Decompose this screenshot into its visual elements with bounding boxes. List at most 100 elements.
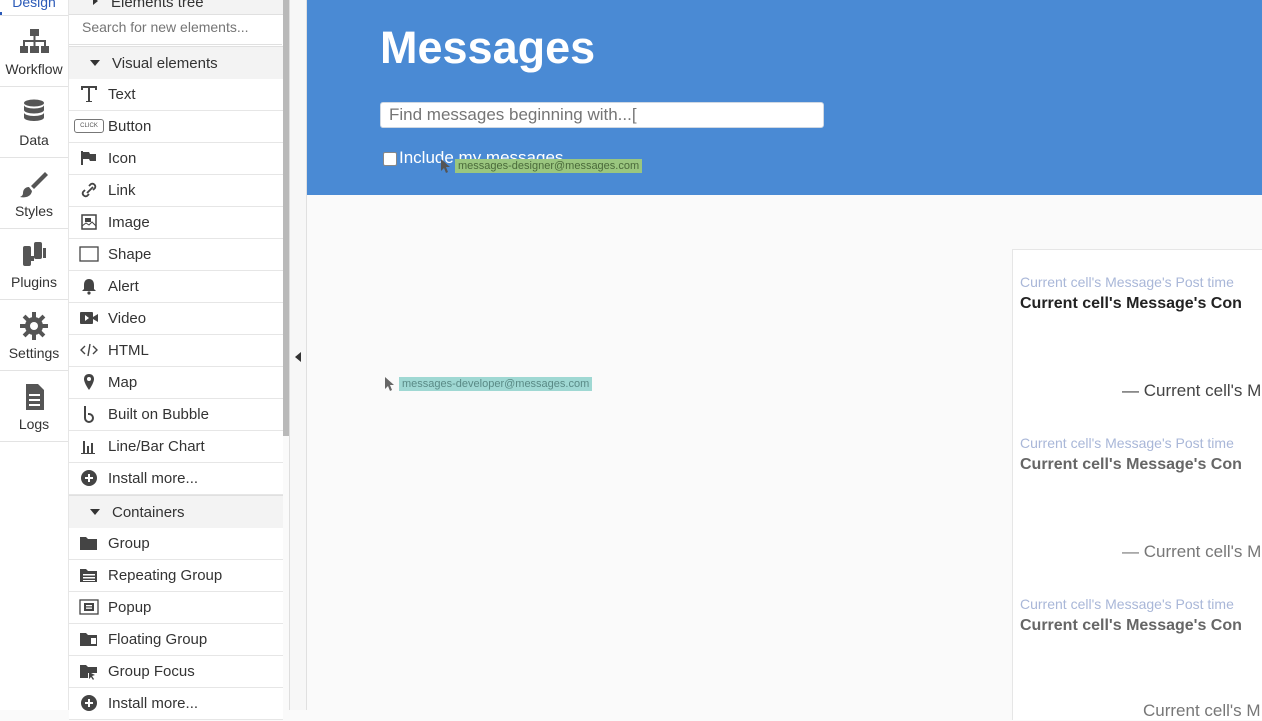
element-item-group-focus[interactable]: Group Focus [69,656,283,688]
element-item-link[interactable]: Link [69,175,283,207]
element-search [69,14,282,45]
element-item-label: Install more... [108,695,199,712]
include-my-messages-checkbox[interactable] [383,152,397,166]
element-item-install-more[interactable]: Install more... [69,463,283,495]
map-pin-icon [84,374,94,390]
left-tab-bar: Design Workflow Data Styles Plugins Sett… [0,0,69,710]
element-item-label: Shape [108,246,152,263]
element-item-line-bar-chart[interactable]: Line/Bar Chart [69,431,283,463]
element-item-floating-group[interactable]: Floating Group [69,624,283,656]
element-item-label: Repeating Group [108,567,223,584]
tab-settings-label: Settings [8,345,60,361]
tab-plugins[interactable]: Plugins [0,240,68,290]
shape-icon [79,246,99,262]
element-item-popup[interactable]: Popup [69,592,283,624]
plus-circle-icon [81,695,97,711]
element-item-label: Button [108,118,152,135]
element-search-input[interactable] [80,18,274,36]
cell-post-time: Current cell's Message's Post time [1020,274,1234,290]
element-item-label: Map [108,374,138,391]
visual-elements-section[interactable]: Visual elements [69,46,283,80]
plugin-icon [23,242,46,266]
element-item-label: Group Focus [108,663,195,680]
element-item-label: Install more... [108,470,199,487]
containers-section[interactable]: Containers [69,495,283,529]
element-item-html[interactable]: HTML [69,335,283,367]
visual-elements-label: Visual elements [112,55,218,72]
tab-separator [0,299,68,300]
tab-workflow-label: Workflow [5,61,63,77]
code-icon [80,343,98,357]
image-icon [81,214,97,230]
tab-logs-label: Logs [18,416,50,432]
elements-tree-label: Elements tree [111,0,204,11]
cursor-icon [385,377,394,391]
element-item-label: Line/Bar Chart [108,438,205,455]
element-item-shape[interactable]: Shape [69,239,283,271]
folder-icon [80,537,97,550]
element-item-repeating-group[interactable]: Repeating Group [69,560,283,592]
element-item-group[interactable]: Group [69,528,283,560]
tab-settings[interactable]: Settings [0,311,68,361]
tab-separator [0,370,68,371]
bar-chart-icon [81,441,95,454]
tab-logs[interactable]: Logs [0,382,68,432]
bell-icon [82,279,96,295]
collapse-caret-icon [90,60,100,66]
video-icon [80,312,98,324]
element-item-label: Image [108,214,150,231]
cell-post-time: Current cell's Message's Post time [1020,596,1234,612]
gear-icon [20,312,48,340]
cell-author: Current cell's M [1143,701,1261,720]
developer-cursor-tag: messages-developer@messages.com [399,377,593,391]
tab-data[interactable]: Data [0,98,68,148]
tab-separator [0,15,68,16]
element-item-install-more-containers[interactable]: Install more... [69,688,283,720]
cell-content: Current cell's Message's Con [1020,456,1242,473]
cell-content: Current cell's Message's Con [1020,295,1242,312]
element-item-label: Built on Bubble [108,406,209,423]
element-item-label: Icon [108,150,137,167]
element-item-label: Video [108,310,147,327]
element-item-label: Alert [108,278,139,295]
cell-author: — Current cell's M [1122,381,1262,400]
tab-workflow[interactable]: Workflow [0,27,68,77]
elements-tree-header[interactable]: Elements tree [69,0,283,15]
tab-styles-label: Styles [14,203,54,219]
element-item-button[interactable]: CLICK Button [69,111,283,143]
containers-label: Containers [112,504,185,521]
tab-separator [0,441,68,442]
element-item-text[interactable]: Text [69,79,283,111]
text-icon [81,86,97,102]
collapse-caret-icon [90,509,100,515]
group-focus-icon [80,665,97,680]
tab-data-label: Data [19,132,49,148]
tab-plugins-label: Plugins [11,274,57,290]
workflow-icon [20,29,49,53]
element-item-map[interactable]: Map [69,367,283,399]
element-item-video[interactable]: Video [69,303,283,335]
element-item-label: Text [108,86,136,103]
element-item-label: Floating Group [108,631,208,648]
element-item-image[interactable]: Image [69,207,283,239]
tab-styles[interactable]: Styles [0,169,68,219]
tab-design[interactable]: Design [0,0,68,10]
floating-group-icon [80,633,97,646]
tab-design-label: Design [12,0,56,10]
expand-caret-icon [93,0,98,5]
element-item-built-on-bubble[interactable]: Built on Bubble [69,399,283,431]
cell-post-time: Current cell's Message's Post time [1020,435,1234,451]
page-title: Messages [380,22,596,73]
link-icon [81,182,97,198]
cursor-icon [441,159,450,173]
element-item-alert[interactable]: Alert [69,271,283,303]
collapse-panel-icon[interactable] [295,352,301,362]
message-search-input[interactable] [380,102,824,128]
element-item-label: Link [108,182,136,199]
repeating-group-icon [80,569,97,582]
cell-content: Current cell's Message's Con [1020,617,1242,634]
logs-icon [26,384,44,410]
button-icon: CLICK [74,119,104,133]
messages-repeating-group[interactable]: Current cell's Message's Post time Curre… [1012,249,1262,720]
element-item-icon[interactable]: Icon [69,143,283,175]
